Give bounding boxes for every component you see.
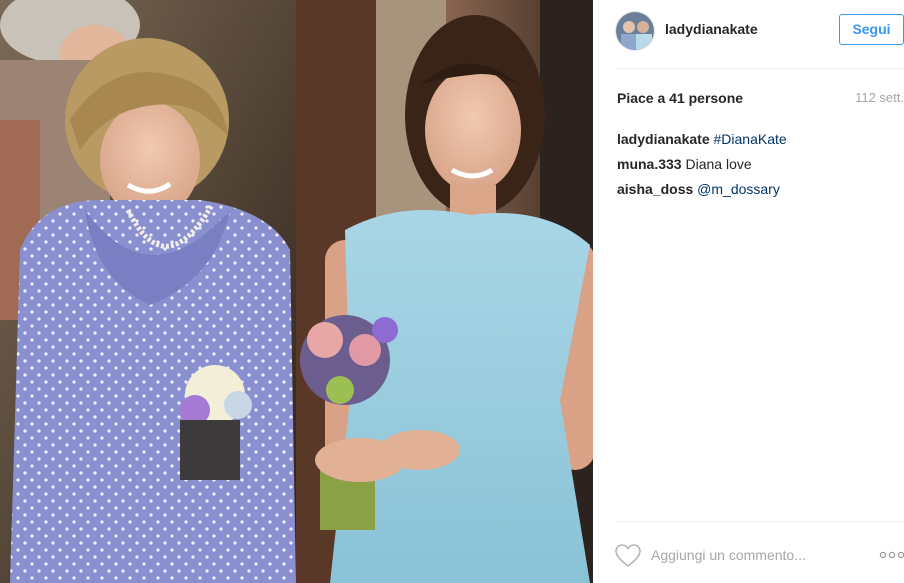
footer-divider: [615, 521, 904, 522]
avatar[interactable]: [615, 11, 655, 51]
post-sidebar: ladydianakate Segui Piace a 41 persone 1…: [593, 0, 904, 583]
likes-count[interactable]: Piace a 41 persone: [617, 90, 743, 106]
avatar-image: [616, 12, 654, 50]
more-options-icon[interactable]: [879, 548, 904, 562]
header-divider: [615, 68, 904, 69]
comment-item: muna.333 Diana love: [617, 152, 897, 177]
comment-hashtag[interactable]: #DianaKate: [714, 131, 787, 147]
comment-text: Diana love: [685, 156, 752, 172]
heart-icon[interactable]: [615, 544, 641, 568]
comment-username[interactable]: aisha_doss: [617, 181, 693, 197]
follow-button[interactable]: Segui: [839, 14, 904, 45]
comment-item: ladydianakate #DianaKate: [617, 127, 897, 152]
comment-username[interactable]: muna.333: [617, 156, 682, 172]
comment-item: aisha_doss @m_dossary: [617, 177, 897, 202]
comment-mention[interactable]: @m_dossary: [697, 181, 780, 197]
comments-list: ladydianakate #DianaKate muna.333 Diana …: [617, 127, 897, 202]
post-timestamp[interactable]: 112 sett.: [855, 90, 904, 105]
post-photo[interactable]: [0, 0, 593, 583]
post-photo-image: [0, 0, 593, 583]
post-header: ladydianakate Segui: [593, 0, 904, 68]
comment-username[interactable]: ladydianakate: [617, 131, 710, 147]
comment-input[interactable]: [651, 544, 851, 566]
post-username[interactable]: ladydianakate: [665, 21, 758, 37]
